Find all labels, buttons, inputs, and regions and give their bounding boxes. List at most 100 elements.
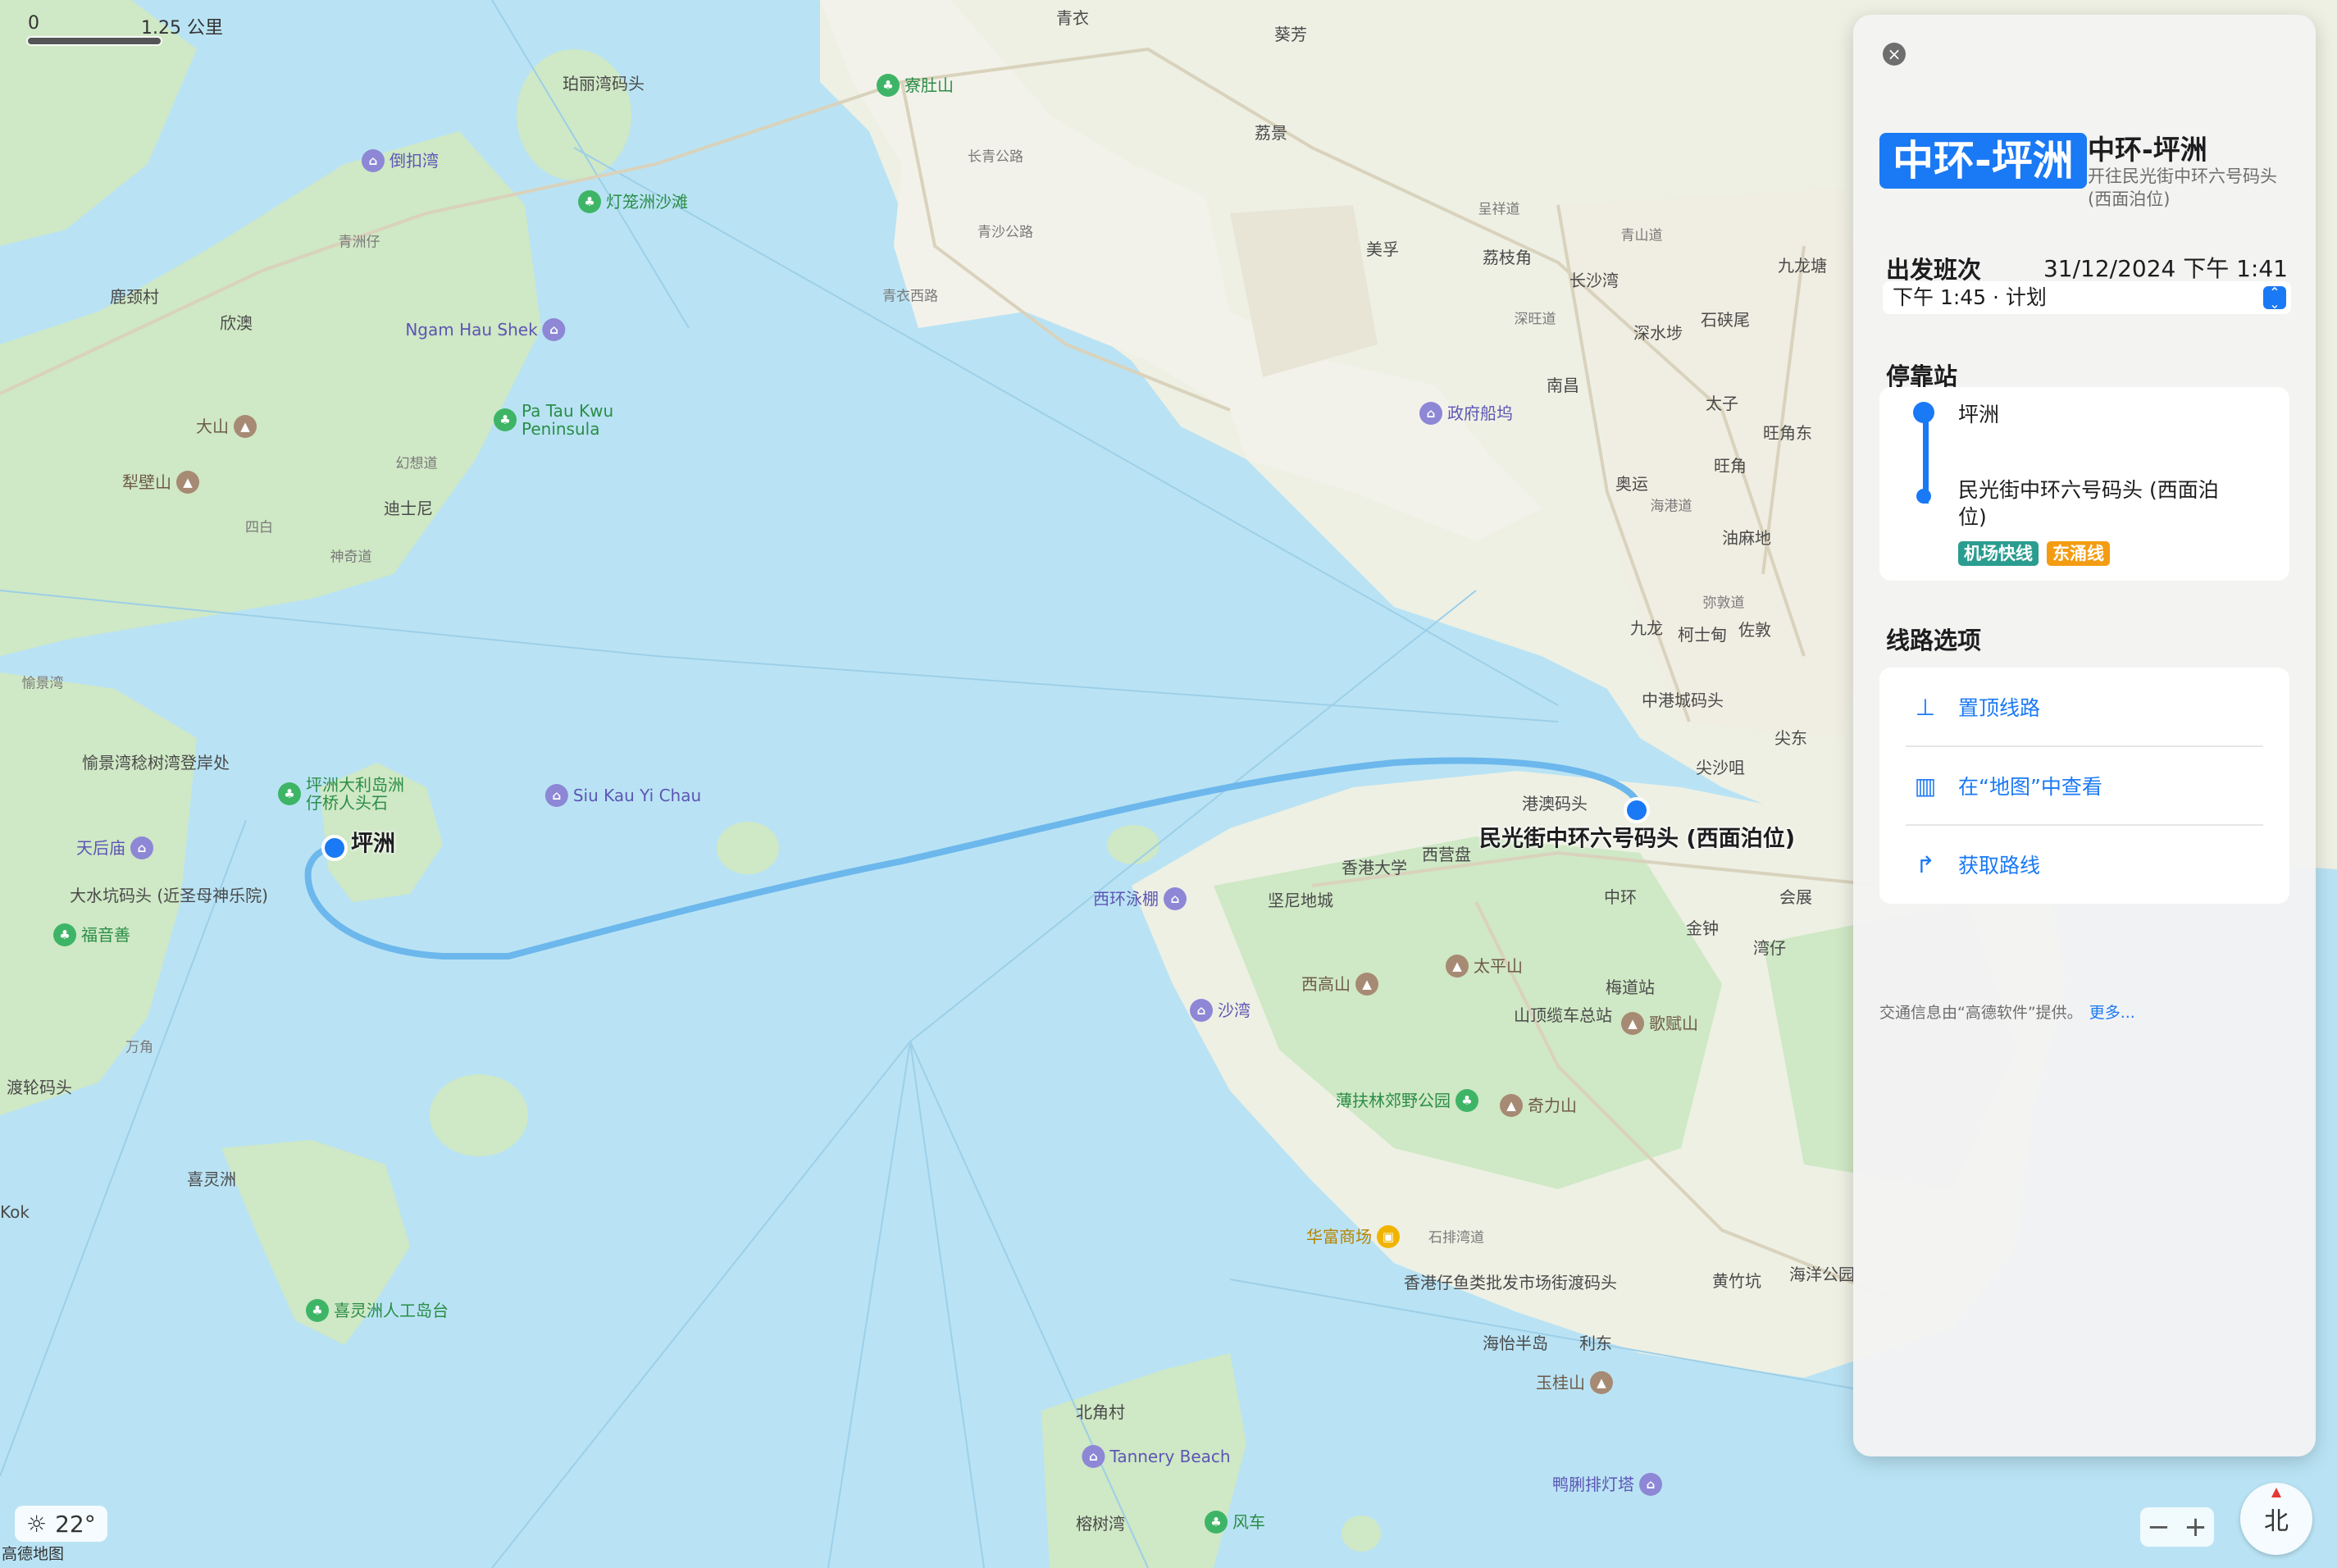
mountain-icon: ▲ <box>1500 1094 1523 1117</box>
poi-park[interactable]: ♣ 喜灵洲人工岛台 <box>306 1299 449 1322</box>
map-label: 湾仔 <box>1753 938 1786 958</box>
map-label: 佐敦 <box>1738 620 1771 640</box>
park-icon: ♣ <box>1456 1089 1478 1112</box>
mountain-icon: ▲ <box>1446 955 1469 978</box>
poi-landmark[interactable]: ⌂ 沙湾 <box>1190 999 1250 1022</box>
route-badge: 中环-坪洲 <box>1879 133 2087 189</box>
poi-mountain[interactable]: ▲ 奇力山 <box>1500 1094 1577 1117</box>
poi-mountain[interactable]: ▲ 太平山 <box>1446 955 1523 978</box>
zoom-out-button[interactable]: − <box>2147 1511 2171 1543</box>
map-label: 深旺道 <box>1514 311 1556 328</box>
landmark-icon: ⌂ <box>362 149 385 172</box>
park-icon: ♣ <box>494 408 517 431</box>
poi-ferry[interactable]: 珀丽湾码头 <box>563 75 645 92</box>
park-icon: ♣ <box>53 923 76 946</box>
map-label: 金钟 <box>1686 918 1719 938</box>
map-label: 欣澳 <box>220 313 253 333</box>
poi-mountain[interactable]: 玉桂山 ▲ <box>1536 1371 1613 1394</box>
mountain-icon: ▲ <box>176 471 199 494</box>
pin-icon: ⊥ <box>1915 693 1936 721</box>
options-title: 线路选项 <box>1886 627 1982 654</box>
landmark-icon: ⌂ <box>544 784 568 807</box>
poi-landmark[interactable]: Ngam Hau Shek ⌂ <box>405 318 566 341</box>
map-label: 海怡半岛 <box>1483 1333 1548 1353</box>
poi-landmark[interactable]: ⌂ Siu Kau Yi Chau <box>544 784 701 807</box>
directions-icon: ↱ <box>1916 850 1935 878</box>
map-label: 太子 <box>1706 394 1738 413</box>
get-directions-button[interactable]: ↱ 获取路线 <box>1879 825 2289 904</box>
mountain-icon: ▲ <box>1590 1371 1613 1394</box>
close-icon[interactable]: × <box>1883 43 1906 66</box>
map-label: 柯士甸 <box>1678 625 1727 645</box>
stop-item[interactable]: 民光街中环六号码头 (西面泊位) <box>1958 477 2229 531</box>
map-label: 荔枝角 <box>1483 248 1532 267</box>
poi-temple[interactable]: 天后庙 ⌂ <box>76 836 153 859</box>
map-label: 港澳码头 <box>1522 794 1588 814</box>
map-label: 奥运 <box>1615 474 1648 494</box>
poi-mountain[interactable]: 大山 ▲ <box>196 415 257 438</box>
poi-mountain[interactable]: 西高山 ▲ <box>1301 973 1378 996</box>
destination-stop-marker <box>1624 797 1650 823</box>
weather-badge[interactable]: ☼ 22° <box>15 1506 107 1542</box>
compass-label: 北 <box>2264 1507 2289 1536</box>
map-label: 迪士尼 <box>384 499 433 518</box>
map-label: 海洋公园 <box>1789 1265 1855 1284</box>
poi-park[interactable]: 薄扶林郊野公园 ♣ <box>1336 1089 1478 1112</box>
poi-park[interactable]: ♣ Pa Tau Kwu Peninsula <box>494 402 628 438</box>
shopping-icon: ▣ <box>1377 1225 1400 1248</box>
map-label: 中环 <box>1604 887 1637 907</box>
poi-landmark[interactable]: ⌂ 倒扣湾 <box>362 149 439 172</box>
park-icon: ♣ <box>1205 1511 1228 1534</box>
poi-park[interactable]: ♣ 寮肚山 <box>877 74 954 97</box>
map-label: 呈祥道 <box>1478 201 1520 218</box>
compass-button[interactable]: 北 <box>2240 1483 2312 1555</box>
map-label: 万角 <box>125 1039 153 1056</box>
more-link[interactable]: 更多... <box>2089 1004 2135 1022</box>
departure-datetime[interactable]: 31/12/2024 下午 1:41 <box>2043 251 2288 284</box>
map-stop-label-destination[interactable]: 民光街中环六号码头 (西面泊位) <box>1479 821 1795 853</box>
poi-park[interactable]: ♣ 坪洲大利岛洲仔桥人头石 <box>278 776 408 812</box>
map-icon: ▥ <box>1914 772 1937 800</box>
map-label: 油麻地 <box>1722 528 1771 548</box>
pin-route-button[interactable]: ⊥ 置顶线路 <box>1879 668 2289 746</box>
poi-landmark[interactable]: 鸭脷排灯塔 ⌂ <box>1552 1473 1662 1496</box>
departures-title: 出发班次 <box>1886 256 1982 284</box>
poi-landmark[interactable]: ⌂ Tannery Beach <box>1082 1445 1231 1468</box>
poi-landmark[interactable]: ⌂ 政府船坞 <box>1419 402 1513 425</box>
transfer-tag-tung-chung-line[interactable]: 东涌线 <box>2047 541 2110 566</box>
view-in-maps-button[interactable]: ▥ 在“地图”中查看 <box>1879 746 2289 825</box>
map-attribution[interactable]: 高德地图 <box>2 1542 64 1564</box>
zoom-in-button[interactable]: + <box>2184 1511 2207 1543</box>
map-stop-label-origin[interactable]: 坪洲 <box>351 826 395 858</box>
poi-landmark[interactable]: 西环泳棚 ⌂ <box>1093 887 1187 910</box>
poi-park[interactable]: ♣ 风车 <box>1205 1511 1265 1534</box>
mountain-icon: ▲ <box>1621 1012 1644 1035</box>
poi-park[interactable]: ♣ 福音善 <box>53 923 130 946</box>
map-label: 青衣西路 <box>882 288 938 305</box>
map-label: 中港城码头 <box>1642 691 1724 710</box>
map-label: 旺角东 <box>1763 423 1812 443</box>
poi-mountain[interactable]: ▲ 歌赋山 <box>1621 1012 1698 1035</box>
map-label: 长沙湾 <box>1569 271 1619 290</box>
map-label: 青洲仔 <box>338 234 380 251</box>
map-label: 会展 <box>1779 887 1812 907</box>
sun-icon: ☼ <box>26 1510 48 1538</box>
stop-item[interactable]: 坪洲 <box>1958 402 1999 429</box>
map-label: 青衣 <box>1056 8 1089 28</box>
map-label: 南昌 <box>1547 376 1579 395</box>
map-label: 尖东 <box>1774 728 1807 748</box>
poi-ferry[interactable]: 香港仔鱼类批发市场街渡码头 <box>1404 1274 1617 1291</box>
transfer-tag-airport-express[interactable]: 机场快线 <box>1958 541 2039 566</box>
poi-shopping[interactable]: 华富商场 ▣ <box>1306 1225 1400 1248</box>
map-label: 九龙塘 <box>1778 256 1827 276</box>
map-label: 旺角 <box>1714 456 1747 476</box>
landmark-icon: ⌂ <box>1082 1445 1105 1468</box>
departure-select[interactable]: 下午 1:45 · 计划 ⌃ ⌄ <box>1883 281 2291 314</box>
stops-card: 坪洲 民光街中环六号码头 (西面泊位) 机场快线 东涌线 <box>1879 387 2289 581</box>
map-label: 石排湾道 <box>1428 1229 1484 1247</box>
park-icon: ♣ <box>306 1299 329 1322</box>
map-label: 葵芳 <box>1274 25 1307 44</box>
poi-mountain[interactable]: 犁壁山 ▲ <box>122 471 199 494</box>
poi-park[interactable]: ♣ 灯笼洲沙滩 <box>578 190 688 213</box>
map-label: 利东 <box>1579 1333 1612 1353</box>
